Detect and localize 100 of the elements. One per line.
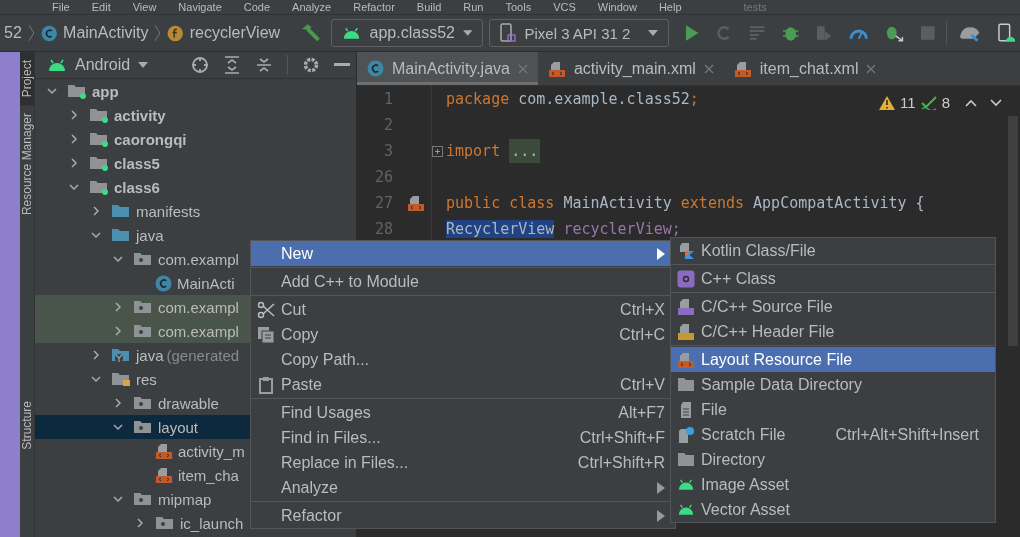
android-device-icon[interactable]: [997, 23, 1015, 43]
menu-bar-item[interactable]: Tools: [505, 1, 532, 13]
tree-item[interactable]: com.exampl: [158, 322, 239, 340]
layout-file-icon: [406, 194, 425, 212]
hide-icon[interactable]: [334, 63, 350, 67]
folder-icon: [677, 452, 695, 467]
menu-bar-item[interactable]: Code: [243, 1, 271, 13]
tree-item[interactable]: activity_m: [178, 442, 245, 460]
view-dropdown[interactable]: Android: [47, 56, 177, 74]
device-dropdown[interactable]: Pixel 3 API 31 2: [489, 19, 669, 47]
menu-bar-item[interactable]: Run: [463, 1, 484, 13]
tree-row[interactable]: app: [35, 79, 356, 103]
tree-item[interactable]: class6: [114, 178, 160, 196]
menu-bar-item[interactable]: Build: [416, 1, 442, 13]
menu-bar-item[interactable]: VCS: [553, 1, 576, 13]
module-folder-icon: [89, 131, 109, 147]
tree-item[interactable]: mipmap: [158, 490, 212, 508]
close-icon[interactable]: [703, 63, 714, 74]
menu-item[interactable]: C++ Class: [671, 266, 995, 291]
copy-icon: [257, 325, 275, 344]
line-number: 3: [382, 142, 393, 160]
line-number: 26: [373, 168, 393, 186]
code-line: public class MainActivity extends AppCompatActivity {: [446, 194, 925, 212]
tree-row[interactable]: class6: [35, 175, 356, 199]
code-line: package com.example.class52;: [446, 90, 699, 108]
package-icon: [133, 299, 153, 315]
tool-window-tab[interactable]: Project: [20, 52, 34, 106]
tree-item[interactable]: java: [136, 346, 164, 364]
menu-bar-item[interactable]: View: [132, 1, 157, 13]
weak-warning-icon[interactable]: [920, 95, 937, 110]
breadcrumb[interactable]: MainActivity: [63, 24, 149, 42]
menu-bar-item[interactable]: File: [52, 1, 70, 13]
tree-item[interactable]: MainActi: [177, 274, 235, 292]
tree-item[interactable]: ic_launch: [180, 514, 244, 532]
run-configuration-dropdown[interactable]: app.class52: [331, 19, 484, 47]
next-icon[interactable]: [990, 98, 1002, 107]
menu-bar-item[interactable]: Analyze: [292, 1, 332, 13]
menu-bar-item[interactable]: Window: [597, 1, 637, 13]
run-icon[interactable]: [683, 24, 700, 42]
expand-all-icon[interactable]: [223, 56, 241, 74]
breadcrumb[interactable]: recyclerView: [189, 24, 281, 42]
class-icon: [367, 60, 384, 77]
warning-count: 11: [900, 94, 916, 111]
menu-item[interactable]: Sample Data Directory: [671, 372, 995, 397]
menu-bar-item[interactable]: Navigate: [178, 1, 222, 13]
menu-bar-item[interactable]: Refactor: [353, 1, 395, 13]
hammer-icon[interactable]: [300, 23, 322, 43]
folder-icon: [677, 377, 695, 392]
warning-icon[interactable]: [879, 95, 896, 110]
line-number: 2: [382, 116, 393, 134]
previous-icon[interactable]: [965, 98, 977, 107]
tree-item[interactable]: manifests: [136, 202, 201, 220]
line-number: 27: [373, 194, 393, 212]
shortcut-text: Ctrl+Shift+F: [579, 428, 665, 447]
fold-icon[interactable]: [432, 145, 443, 157]
tree-item[interactable]: app: [92, 82, 119, 100]
menu-item[interactable]: Directory: [671, 447, 995, 472]
locate-icon[interactable]: [191, 56, 209, 74]
tree-item[interactable]: activity: [114, 106, 166, 124]
tree-item[interactable]: java: [136, 226, 164, 244]
tool-window-tab[interactable]: Resource Manager: [20, 105, 34, 224]
generated-folder-icon: [111, 347, 131, 363]
close-icon[interactable]: [866, 63, 877, 74]
menu-item[interactable]: C/C++ Header File: [671, 319, 995, 344]
editor-tab[interactable]: item_chat.xml: [723, 52, 887, 85]
tree-row[interactable]: manifests: [35, 199, 356, 223]
attach-debugger-icon[interactable]: [884, 24, 904, 42]
menu-item[interactable]: File: [671, 397, 995, 422]
tree-item[interactable]: com.exampl: [158, 298, 239, 316]
android-icon: [47, 59, 67, 71]
editor-tab[interactable]: MainActivity.java: [357, 52, 538, 85]
tree-row[interactable]: class5: [35, 151, 356, 175]
class-icon: [155, 274, 172, 292]
module-folder-icon: [89, 155, 109, 171]
weak-warning-count: 8: [941, 94, 950, 111]
collapse-all-icon[interactable]: [255, 56, 273, 74]
menu-item[interactable]: Image Asset: [671, 472, 995, 497]
menu-item[interactable]: Scratch File Ctrl+Alt+Shift+Insert: [671, 422, 995, 447]
settings-icon[interactable]: [302, 56, 320, 74]
menu-bar-item[interactable]: Help: [658, 1, 682, 13]
layout-link-icon[interactable]: [406, 194, 425, 212]
tree-item[interactable]: item_cha: [178, 466, 239, 484]
menu-bar-item[interactable]: Edit: [91, 1, 111, 13]
breadcrumb-separator-icon: [27, 24, 35, 42]
scratch-file-icon: [677, 425, 695, 444]
menu-item[interactable]: Layout Resource File: [671, 347, 995, 372]
editor-tab[interactable]: activity_main.xml: [537, 52, 724, 85]
tree-row[interactable]: caorongqi: [35, 127, 356, 151]
breadcrumb[interactable]: 52: [4, 24, 22, 42]
tool-window-tab[interactable]: Structure: [20, 393, 34, 459]
tree-item[interactable]: caorongqi: [114, 130, 187, 148]
tree-item-note: (generated: [166, 346, 240, 364]
tree-item[interactable]: layout: [158, 418, 199, 436]
tree-item[interactable]: drawable: [158, 394, 219, 412]
debug-icon[interactable]: [782, 24, 800, 42]
tree-item[interactable]: com.exampl: [158, 250, 239, 268]
menu-item[interactable]: Vector Asset: [671, 497, 995, 522]
tree-item[interactable]: res: [136, 370, 157, 388]
tree-item[interactable]: class5: [114, 154, 160, 172]
tree-row[interactable]: activity: [35, 103, 356, 127]
